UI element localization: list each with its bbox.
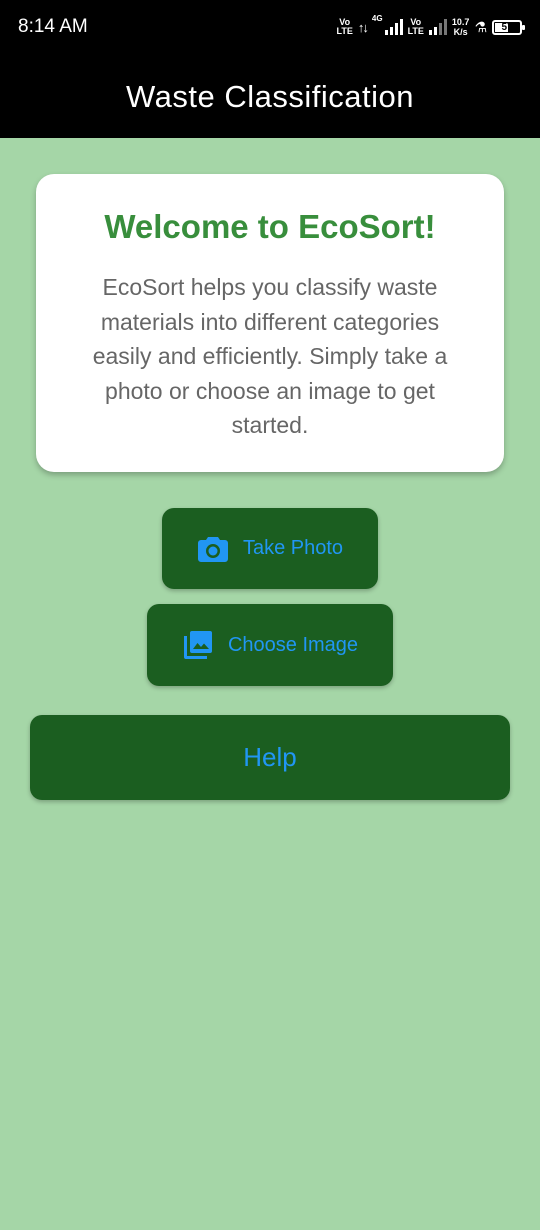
network-speed: 10.7 K/s: [452, 17, 470, 37]
status-time: 8:14 AM: [18, 16, 88, 37]
battery-icon: 57: [492, 19, 525, 35]
status-icons: Vo LTE ↑↓ 4G Vo LTE 10.7 K/s ⚗ 57: [337, 14, 525, 40]
signal-bars-icon: [384, 19, 403, 35]
volte-icon: Vo LTE: [337, 18, 353, 36]
app-title: Waste Classification: [126, 79, 414, 114]
battery-level: 57: [501, 21, 513, 33]
take-photo-label: Take Photo: [242, 537, 344, 559]
signal-bars-icon-2: [428, 19, 447, 35]
volte-bottom: LTE: [336, 26, 353, 36]
welcome-description: EcoSort helps you classify waste materia…: [92, 274, 448, 438]
app-bar: Waste Classification: [0, 56, 540, 138]
help-label: Help: [243, 742, 297, 772]
photo-library-icon: [182, 629, 214, 661]
take-photo-button[interactable]: Take Photo: [162, 508, 378, 589]
network-type: 4G: [371, 14, 383, 23]
flask-icon: ⚗: [474, 18, 487, 35]
data-arrows-icon: ↑↓: [357, 19, 369, 35]
welcome-card: Welcome to EcoSort! EcoSort helps you cl…: [36, 174, 504, 472]
speed-unit: K/s: [453, 27, 468, 37]
choose-image-button[interactable]: Choose Image: [147, 604, 393, 686]
welcome-title: Welcome to EcoSort!: [104, 208, 436, 245]
status-bar: 8:14 AM Vo LTE ↑↓ 4G Vo LTE 10.7 K/s ⚗ 5…: [0, 0, 540, 56]
speed-value: 10.7: [451, 17, 470, 27]
volte-icon-2: Vo LTE: [408, 18, 424, 36]
help-button[interactable]: Help: [30, 715, 510, 800]
volte-bottom-2: LTE: [407, 26, 424, 36]
choose-image-label: Choose Image: [227, 633, 359, 656]
camera-icon: [197, 535, 229, 563]
